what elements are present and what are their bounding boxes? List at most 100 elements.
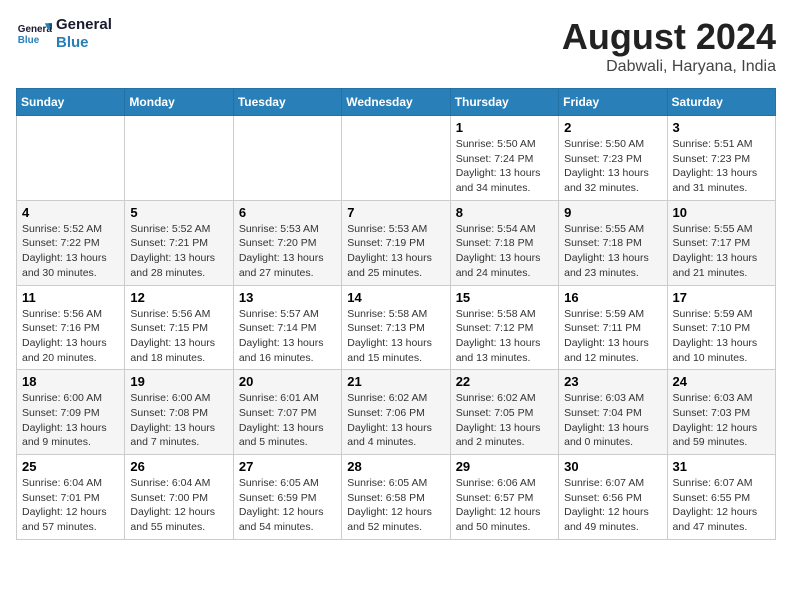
day-info: Sunrise: 5:52 AM Sunset: 7:21 PM Dayligh… <box>130 222 227 281</box>
logo: General Blue General Blue <box>16 16 112 52</box>
calendar-cell: 16Sunrise: 5:59 AM Sunset: 7:11 PM Dayli… <box>559 285 667 370</box>
calendar-cell: 18Sunrise: 6:00 AM Sunset: 7:09 PM Dayli… <box>17 370 125 455</box>
day-number: 2 <box>564 120 661 135</box>
day-info: Sunrise: 5:57 AM Sunset: 7:14 PM Dayligh… <box>239 307 336 366</box>
weekday-header: Wednesday <box>342 89 450 116</box>
day-number: 21 <box>347 374 444 389</box>
day-number: 13 <box>239 290 336 305</box>
day-info: Sunrise: 6:04 AM Sunset: 7:00 PM Dayligh… <box>130 476 227 535</box>
calendar-cell: 28 Sunrise: 6:05 AM Sunset: 6:58 PM Dayli… <box>342 455 450 540</box>
day-number: 4 <box>22 205 119 220</box>
day-number: 25 <box>22 459 119 474</box>
day-info: Sunrise: 5:56 AM Sunset: 7:16 PM Dayligh… <box>22 307 119 366</box>
day-number: 3 <box>673 120 770 135</box>
calendar-cell: 20Sunrise: 6:01 AM Sunset: 7:07 PM Dayli… <box>233 370 341 455</box>
day-info: Sunrise: 5:50 AM Sunset: 7:23 PM Dayligh… <box>564 137 661 196</box>
logo-general: General <box>56 16 112 34</box>
day-info: Sunrise: 6:05 AM Sunset: 6:58 PM Dayligh… <box>347 476 444 535</box>
calendar-cell: 31 Sunrise: 6:07 AM Sunset: 6:55 PM Dayli… <box>667 455 775 540</box>
calendar-cell: 17 Sunrise: 5:59 AM Sunset: 7:10 PM Dayli… <box>667 285 775 370</box>
day-number: 17 <box>673 290 770 305</box>
day-number: 29 <box>456 459 553 474</box>
day-info: Sunrise: 5:55 AM Sunset: 7:18 PM Dayligh… <box>564 222 661 281</box>
calendar-cell <box>342 116 450 201</box>
calendar-cell: 25 Sunrise: 6:04 AM Sunset: 7:01 PM Dayli… <box>17 455 125 540</box>
calendar-cell: 5 Sunrise: 5:52 AM Sunset: 7:21 PM Daylig… <box>125 200 233 285</box>
calendar-cell: 2 Sunrise: 5:50 AM Sunset: 7:23 PM Daylig… <box>559 116 667 201</box>
month-title: August 2024 <box>562 16 776 58</box>
day-info: Sunrise: 6:02 AM Sunset: 7:06 PM Dayligh… <box>347 391 444 450</box>
day-number: 5 <box>130 205 227 220</box>
day-info: Sunrise: 5:53 AM Sunset: 7:20 PM Dayligh… <box>239 222 336 281</box>
calendar-cell: 8 Sunrise: 5:54 AM Sunset: 7:18 PM Daylig… <box>450 200 558 285</box>
calendar-cell <box>17 116 125 201</box>
day-number: 24 <box>673 374 770 389</box>
day-number: 15 <box>456 290 553 305</box>
day-number: 22 <box>456 374 553 389</box>
day-info: Sunrise: 5:55 AM Sunset: 7:17 PM Dayligh… <box>673 222 770 281</box>
calendar-cell <box>233 116 341 201</box>
calendar-cell: 22 Sunrise: 6:02 AM Sunset: 7:05 PM Dayli… <box>450 370 558 455</box>
day-number: 31 <box>673 459 770 474</box>
weekday-header: Friday <box>559 89 667 116</box>
day-info: Sunrise: 6:07 AM Sunset: 6:55 PM Dayligh… <box>673 476 770 535</box>
calendar-week-row: 25 Sunrise: 6:04 AM Sunset: 7:01 PM Dayli… <box>17 455 776 540</box>
day-info: Sunrise: 6:00 AM Sunset: 7:08 PM Dayligh… <box>130 391 227 450</box>
day-info: Sunrise: 5:58 AM Sunset: 7:13 PM Dayligh… <box>347 307 444 366</box>
day-info: Sunrise: 6:03 AM Sunset: 7:04 PM Dayligh… <box>564 391 661 450</box>
day-info: Sunrise: 6:02 AM Sunset: 7:05 PM Dayligh… <box>456 391 553 450</box>
day-number: 27 <box>239 459 336 474</box>
weekday-header: Sunday <box>17 89 125 116</box>
day-number: 8 <box>456 205 553 220</box>
day-number: 10 <box>673 205 770 220</box>
calendar-week-row: 18Sunrise: 6:00 AM Sunset: 7:09 PM Dayli… <box>17 370 776 455</box>
day-info: Sunrise: 5:58 AM Sunset: 7:12 PM Dayligh… <box>456 307 553 366</box>
calendar-cell: 27 Sunrise: 6:05 AM Sunset: 6:59 PM Dayli… <box>233 455 341 540</box>
day-number: 30 <box>564 459 661 474</box>
weekday-header: Monday <box>125 89 233 116</box>
calendar-cell: 3 Sunrise: 5:51 AM Sunset: 7:23 PM Daylig… <box>667 116 775 201</box>
day-number: 19 <box>130 374 227 389</box>
calendar-cell: 12Sunrise: 5:56 AM Sunset: 7:15 PM Dayli… <box>125 285 233 370</box>
day-info: Sunrise: 6:01 AM Sunset: 7:07 PM Dayligh… <box>239 391 336 450</box>
day-info: Sunrise: 5:50 AM Sunset: 7:24 PM Dayligh… <box>456 137 553 196</box>
calendar-cell: 19 Sunrise: 6:00 AM Sunset: 7:08 PM Dayli… <box>125 370 233 455</box>
calendar-table: SundayMondayTuesdayWednesdayThursdayFrid… <box>16 88 776 540</box>
calendar-cell: 1Sunrise: 5:50 AM Sunset: 7:24 PM Daylig… <box>450 116 558 201</box>
calendar-cell: 23 Sunrise: 6:03 AM Sunset: 7:04 PM Dayli… <box>559 370 667 455</box>
day-number: 6 <box>239 205 336 220</box>
day-number: 23 <box>564 374 661 389</box>
day-info: Sunrise: 5:51 AM Sunset: 7:23 PM Dayligh… <box>673 137 770 196</box>
day-info: Sunrise: 6:03 AM Sunset: 7:03 PM Dayligh… <box>673 391 770 450</box>
calendar-cell <box>125 116 233 201</box>
location: Dabwali, Haryana, India <box>562 58 776 76</box>
day-number: 28 <box>347 459 444 474</box>
day-number: 26 <box>130 459 227 474</box>
day-number: 11 <box>22 290 119 305</box>
day-number: 9 <box>564 205 661 220</box>
calendar-cell: 29Sunrise: 6:06 AM Sunset: 6:57 PM Dayli… <box>450 455 558 540</box>
calendar-cell: 4Sunrise: 5:52 AM Sunset: 7:22 PM Daylig… <box>17 200 125 285</box>
calendar-week-row: 11 Sunrise: 5:56 AM Sunset: 7:16 PM Dayli… <box>17 285 776 370</box>
day-number: 7 <box>347 205 444 220</box>
day-info: Sunrise: 6:00 AM Sunset: 7:09 PM Dayligh… <box>22 391 119 450</box>
day-number: 16 <box>564 290 661 305</box>
calendar-cell: 26 Sunrise: 6:04 AM Sunset: 7:00 PM Dayli… <box>125 455 233 540</box>
page-header: General Blue General Blue August 2024 Da… <box>16 16 776 76</box>
day-info: Sunrise: 5:54 AM Sunset: 7:18 PM Dayligh… <box>456 222 553 281</box>
calendar-cell: 30Sunrise: 6:07 AM Sunset: 6:56 PM Dayli… <box>559 455 667 540</box>
calendar-cell: 6 Sunrise: 5:53 AM Sunset: 7:20 PM Daylig… <box>233 200 341 285</box>
day-number: 14 <box>347 290 444 305</box>
logo-blue: Blue <box>56 34 112 52</box>
day-info: Sunrise: 6:04 AM Sunset: 7:01 PM Dayligh… <box>22 476 119 535</box>
svg-text:Blue: Blue <box>18 35 40 46</box>
weekday-header: Thursday <box>450 89 558 116</box>
calendar-cell: 24 Sunrise: 6:03 AM Sunset: 7:03 PM Dayli… <box>667 370 775 455</box>
day-info: Sunrise: 5:53 AM Sunset: 7:19 PM Dayligh… <box>347 222 444 281</box>
title-block: August 2024 Dabwali, Haryana, India <box>562 16 776 76</box>
weekday-header: Saturday <box>667 89 775 116</box>
calendar-cell: 7 Sunrise: 5:53 AM Sunset: 7:19 PM Daylig… <box>342 200 450 285</box>
calendar-cell: 9 Sunrise: 5:55 AM Sunset: 7:18 PM Daylig… <box>559 200 667 285</box>
day-info: Sunrise: 6:05 AM Sunset: 6:59 PM Dayligh… <box>239 476 336 535</box>
day-info: Sunrise: 5:59 AM Sunset: 7:10 PM Dayligh… <box>673 307 770 366</box>
